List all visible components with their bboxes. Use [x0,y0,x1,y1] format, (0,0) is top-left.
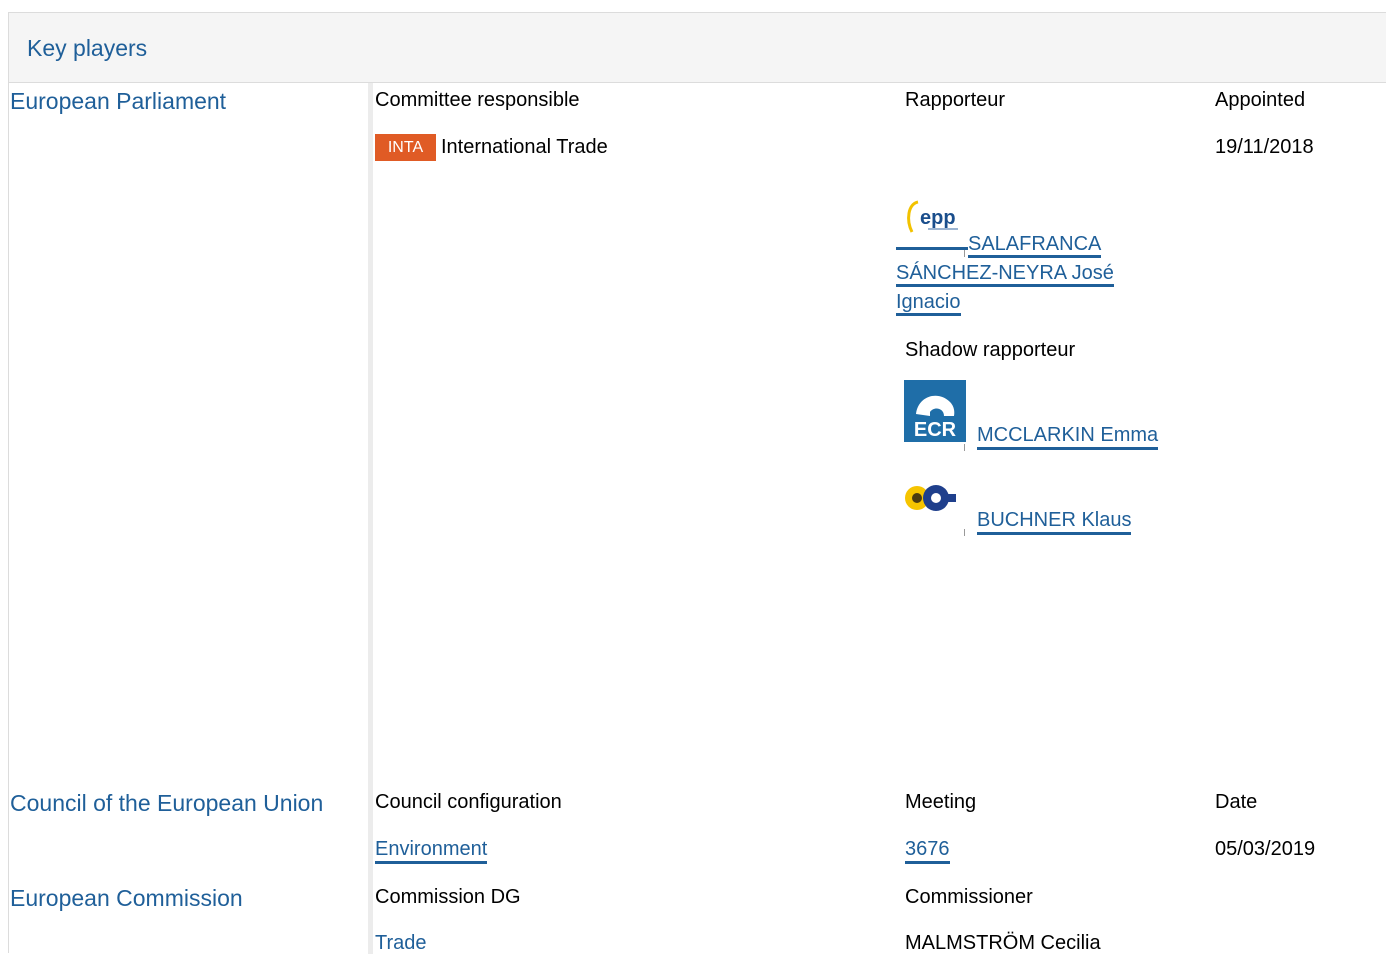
logo-separator [964,444,965,451]
commissioner-header: Commissioner [905,886,1033,908]
shadow-rapporteur-header: Shadow rapporteur [905,339,1076,361]
meeting-header: Meeting [905,791,977,813]
shadow-rapporteur-link-2[interactable]: BUCHNER Klaus [977,509,1132,535]
panel-header: Key players [9,13,1386,83]
institution-commission[interactable]: European Commission [10,885,243,912]
institution-council[interactable]: Council of the European Union [10,790,323,817]
meeting-link[interactable]: 3676 [905,838,950,864]
appointed-date: 19/11/2018 [1215,136,1314,158]
ecr-logo-icon: ECR [904,380,966,442]
efa-logo-icon [904,480,966,516]
date-header: Date [1215,791,1258,813]
committee-responsible-header: Committee responsible [375,89,580,111]
rapporteur-header: Rapporteur [905,89,1006,111]
meeting-date: 05/03/2019 [1215,838,1316,860]
svg-text:epp: epp [920,207,956,229]
committee-name: International Trade [441,136,608,158]
rapporteur-name[interactable]: SALAFRANCA SÁNCHEZ-NEYRA José Ignacio [896,233,1114,316]
council-configuration-header: Council configuration [375,791,562,813]
committee-badge[interactable]: INTA [375,134,436,161]
commission-dg-link[interactable]: Trade [375,932,427,955]
rapporteur-link[interactable]: SALAFRANCA SÁNCHEZ-NEYRA José Ignacio [896,230,1146,317]
panel-title: Key players [27,35,148,61]
commission-dg-header: Commission DG [375,886,521,908]
appointed-header: Appointed [1215,89,1306,111]
column-divider [368,83,373,954]
logo-separator [964,529,965,536]
svg-text:ECR: ECR [914,419,957,441]
institution-european-parliament[interactable]: European Parliament [10,88,226,115]
shadow-rapporteur-link-1[interactable]: MCCLARKIN Emma [977,424,1159,450]
commissioner-name: MALMSTRÖM Cecilia [905,932,1101,954]
council-configuration-link[interactable]: Environment [375,838,488,864]
